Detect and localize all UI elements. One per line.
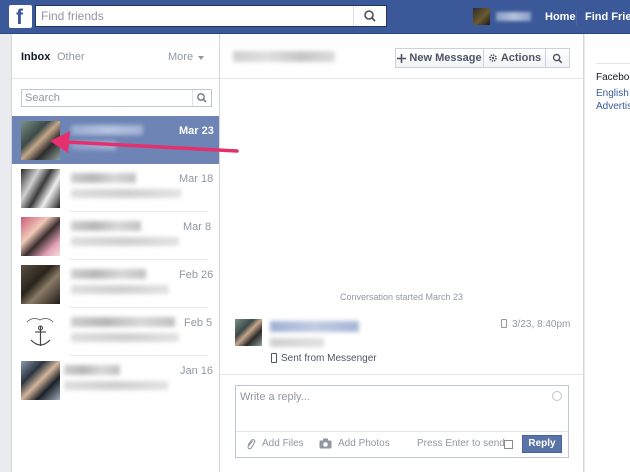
press-enter-label: Press Enter to send xyxy=(417,438,505,449)
conversation-date: Feb 5 xyxy=(184,317,213,329)
reply-footer: Add Files Add Photos Press Enter to send… xyxy=(236,431,568,458)
tab-inbox[interactable]: Inbox xyxy=(21,51,50,63)
camera-icon xyxy=(319,438,332,449)
message-timestamp: 3/23, 8:40pm xyxy=(512,319,571,330)
search-icon xyxy=(364,10,376,22)
home-link[interactable]: Home xyxy=(545,11,576,23)
divider xyxy=(220,374,583,375)
conversation-date: Mar 8 xyxy=(183,221,212,233)
conversation-row[interactable]: Mar 8 xyxy=(12,212,219,260)
message-text-blurred xyxy=(270,338,324,347)
profile-avatar[interactable] xyxy=(473,8,490,25)
conversation-avatar xyxy=(21,217,60,256)
gear-icon xyxy=(489,54,497,62)
conversation-preview-blurred xyxy=(71,237,179,246)
actions-button[interactable]: Actions xyxy=(483,48,546,68)
divider xyxy=(12,78,219,79)
conversation-name-blurred xyxy=(71,125,143,135)
conversation-row[interactable]: Feb 5 xyxy=(12,308,219,356)
search-icon xyxy=(552,53,563,63)
inbox-search xyxy=(21,89,212,107)
emoji-icon[interactable] xyxy=(552,391,562,401)
advertising-link[interactable]: Advertising xyxy=(596,101,630,112)
conversation-date: Mar 23 xyxy=(179,125,214,137)
chevron-down-icon[interactable] xyxy=(198,56,204,60)
anchor-icon xyxy=(26,317,54,346)
divider xyxy=(220,78,583,79)
conversation-name-blurred xyxy=(71,317,175,327)
divider xyxy=(596,63,630,64)
reply-button[interactable]: Reply xyxy=(522,435,562,453)
add-files-button[interactable]: Add Files xyxy=(262,438,304,449)
tab-other[interactable]: Other xyxy=(57,51,85,63)
conversation-preview-blurred xyxy=(71,189,181,198)
reply-textarea[interactable] xyxy=(236,386,546,426)
sent-from-messenger[interactable]: Sent from Messenger xyxy=(281,353,377,364)
conversation-date: Jan 16 xyxy=(180,365,214,377)
facebook-copyright: Facebook xyxy=(596,72,630,83)
conversation-row[interactable]: Mar 18 xyxy=(12,164,219,212)
reply-composer: Add Files Add Photos Press Enter to send… xyxy=(235,385,569,458)
search-icon xyxy=(197,93,207,103)
paperclip-icon xyxy=(247,438,256,450)
conversation-started-label: Conversation started March 23 xyxy=(339,292,464,302)
conversation-search-button[interactable] xyxy=(545,48,570,68)
conversation-title-blurred xyxy=(233,51,335,62)
conversation-name-blurred xyxy=(64,365,120,375)
conversation-preview-blurred xyxy=(64,381,168,390)
more-dropdown[interactable]: More xyxy=(168,51,193,63)
sender-avatar[interactable] xyxy=(235,319,262,346)
facebook-logo-icon[interactable]: f xyxy=(9,5,32,29)
inbox-search-input[interactable] xyxy=(22,90,196,106)
actions-label: Actions xyxy=(500,52,542,64)
top-navbar: f Home Find Friends xyxy=(0,0,630,34)
add-photos-button[interactable]: Add Photos xyxy=(338,438,390,449)
press-enter-checkbox[interactable] xyxy=(504,440,513,449)
anchor-logo-avatar xyxy=(21,313,60,352)
language-link[interactable]: English xyxy=(596,88,629,99)
conversation-date: Feb 26 xyxy=(179,269,214,281)
search-button[interactable] xyxy=(353,6,386,26)
conversation-name-blurred xyxy=(71,173,136,183)
find-friends-search xyxy=(35,5,387,27)
plus-icon xyxy=(397,53,407,63)
conversation-avatar xyxy=(21,265,60,304)
conversation-row[interactable]: Mar 23 xyxy=(12,116,219,164)
conversation-preview-blurred xyxy=(71,141,116,150)
conversation-avatar xyxy=(21,121,60,160)
conversation-name-blurred xyxy=(71,221,141,231)
mobile-icon xyxy=(501,319,507,328)
inbox-panel: Inbox Other More Mar 23 Mar 18 Mar 8 Feb… xyxy=(11,34,220,472)
conversation-row[interactable]: Feb 26 xyxy=(12,260,219,308)
mobile-icon xyxy=(271,353,277,363)
conversation-preview-blurred xyxy=(71,285,169,294)
conversation-date: Mar 18 xyxy=(179,173,214,185)
find-friends-link[interactable]: Find Friends xyxy=(585,11,630,23)
conversation-preview-blurred xyxy=(71,333,179,342)
find-friends-input[interactable] xyxy=(36,6,356,26)
conversation-name-blurred xyxy=(71,269,146,279)
logo-letter: f xyxy=(16,6,23,29)
profile-name-blurred[interactable] xyxy=(496,12,531,21)
nav-divider xyxy=(576,9,577,25)
sender-name-blurred[interactable] xyxy=(270,321,359,332)
header-button-group: New Message Actions xyxy=(395,48,570,68)
right-rail: Facebook English Advertising xyxy=(585,34,630,472)
conversation-panel: New Message Actions Conversation started… xyxy=(220,34,584,472)
conversation-row[interactable]: Jan 16 xyxy=(12,356,219,404)
inbox-search-button[interactable] xyxy=(192,90,211,106)
new-message-button[interactable]: New Message xyxy=(395,48,484,68)
new-message-label: New Message xyxy=(409,52,482,64)
conversation-avatar xyxy=(21,361,60,400)
conversation-avatar xyxy=(21,169,60,208)
